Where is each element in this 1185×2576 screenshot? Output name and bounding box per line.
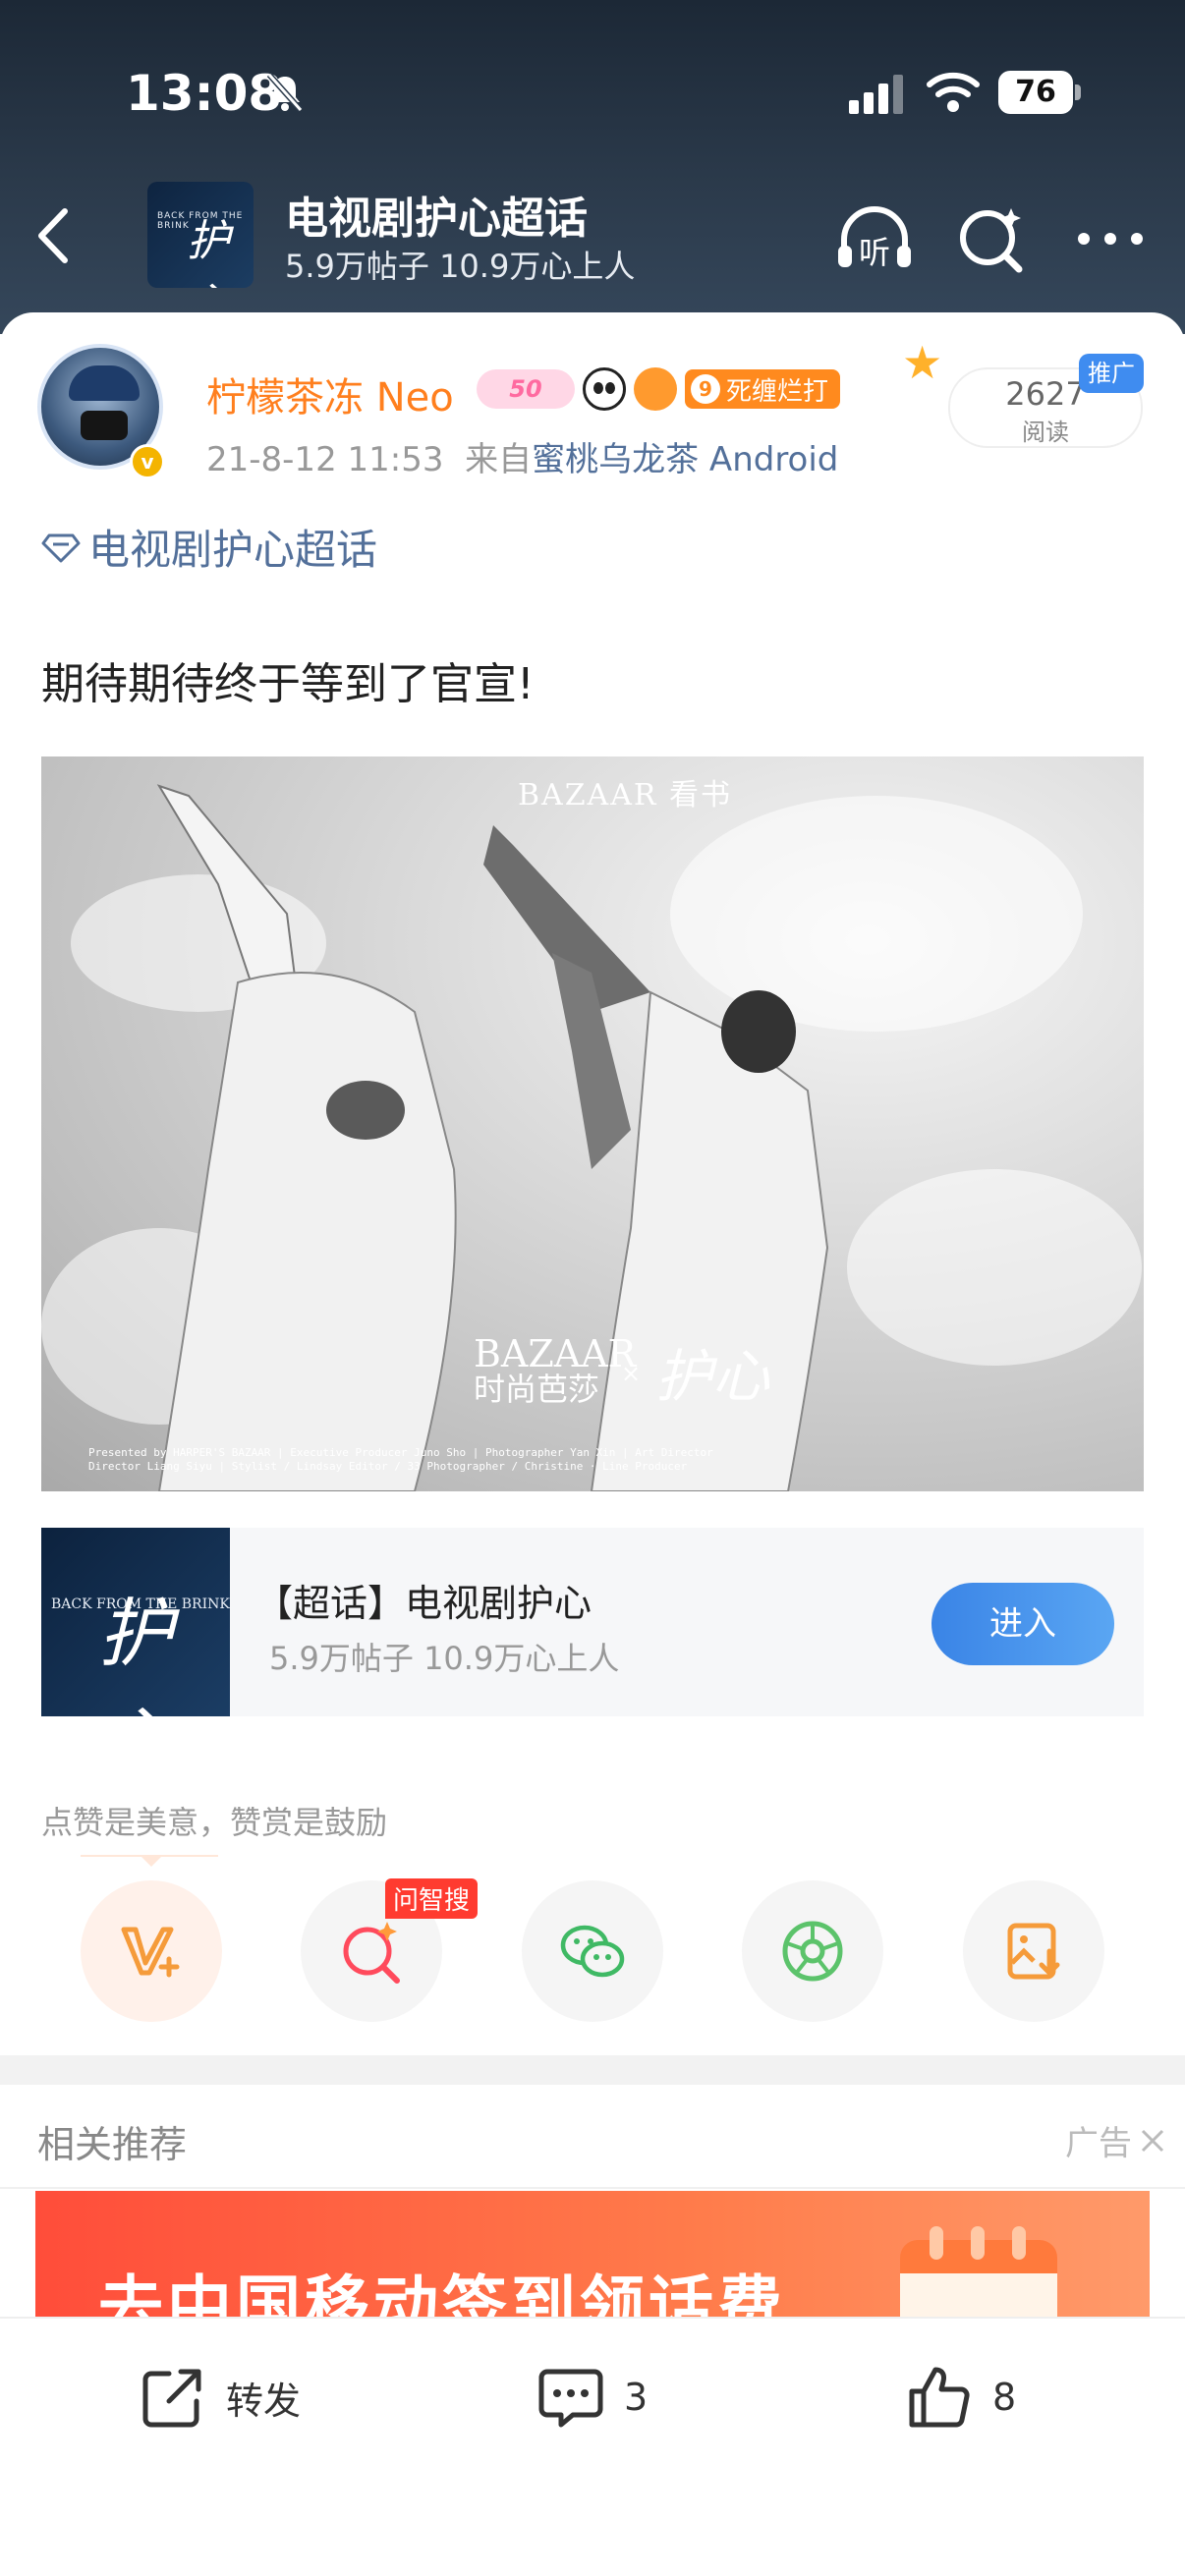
share-label: 转发 (226, 2379, 302, 2423)
ad-banner[interactable]: 去中国移动签到领话费 (35, 2191, 1150, 2319)
topic-card-stats: 5.9万帖子 10.9万心上人 (269, 1640, 620, 1677)
photo-credits: Presented by HARPER'S BAZAAR | Executive… (88, 1446, 713, 1474)
level-badge[interactable]: 50 (477, 369, 575, 409)
enter-button[interactable]: 进入 (931, 1583, 1114, 1665)
comment-button[interactable]: 3 (536, 2358, 648, 2436)
star-decoration-icon: ★ (902, 336, 943, 389)
ad-banner-text: 去中国移动签到领话费 (98, 2268, 786, 2319)
read-label: 阅读 (1022, 419, 1069, 446)
photo-logo: BAZAAR 时尚芭莎 (474, 1335, 636, 1408)
post-text: 期待期待终于等到了官宣! (41, 659, 535, 709)
logo-script-text: 护心 (187, 216, 230, 288)
page-subtitle: 5.9万帖子 10.9万心上人 (285, 248, 636, 285)
bottom-action-bar: 转发 3 8 (0, 2317, 1185, 2576)
like-button[interactable]: 8 (904, 2358, 1016, 2436)
fan-badge[interactable]: 9 死缠烂打 (685, 369, 841, 409)
photo-cross: × (621, 1360, 642, 1387)
mute-bell-icon (266, 73, 304, 112)
fan-badge-label: 死缠烂打 (726, 376, 829, 407)
username[interactable]: 柠檬茶冻 Neo (206, 365, 454, 422)
reward-v-plus-icon (121, 1927, 180, 1978)
comment-icon (538, 2369, 603, 2428)
ad-label: 广告 (1065, 2124, 1132, 2163)
back-chevron-icon[interactable] (29, 201, 79, 270)
topic-card-logo: BACK FROM THE BRINK 护心 (41, 1528, 230, 1716)
listen-button[interactable]: 听 (830, 195, 919, 283)
share-button[interactable]: 转发 (138, 2358, 301, 2436)
topic-header: 13:08 76 BACK FROM THE BRINK 护心 电视剧护心超话 (0, 0, 1185, 334)
photo-credits-line2: Director Liang Siyu | Stylist / Lindsay … (88, 1460, 688, 1473)
panda-badge-icon[interactable] (583, 367, 626, 411)
reward-hint: 点赞是美意，赞赏是鼓励 (41, 1804, 388, 1841)
source-prefix: 来自 (465, 440, 533, 479)
moments-share-button[interactable] (742, 1880, 883, 2022)
topic-link-label: 电视剧护心超话 (88, 526, 378, 574)
save-image-icon (1007, 1923, 1060, 1980)
moments-aperture-icon (782, 1921, 843, 1982)
search-button[interactable] (948, 195, 1037, 283)
battery-level: 76 (998, 71, 1073, 114)
promote-button[interactable]: 推广 (1079, 354, 1144, 393)
ad-close-button[interactable]: 广告 (1065, 2116, 1167, 2164)
wifi-icon (927, 72, 980, 112)
save-image-button[interactable] (963, 1880, 1104, 2022)
post-photo[interactable]: BAZAAR 看书 BAZAAR 时尚芭莎 × 护心 Presented by … (41, 756, 1144, 1491)
search-icon (960, 208, 1023, 273)
photo-brand: BAZAAR 看书 (518, 778, 733, 812)
calendar-icon (900, 2226, 1057, 2319)
battery-indicator: 76 (998, 71, 1081, 114)
status-time: 13:08 (126, 65, 283, 122)
section-divider (0, 2055, 1185, 2085)
topic-link[interactable]: 电视剧护心超话 (41, 517, 377, 577)
photo-logo-cn: 时尚芭莎 (474, 1371, 600, 1408)
photo-logo-en: BAZAAR (474, 1332, 637, 1375)
like-count: 8 (992, 2376, 1017, 2419)
topic-card[interactable]: BACK FROM THE BRINK 护心 【超话】电视剧护心 5.9万帖子 … (41, 1528, 1144, 1716)
comment-count: 3 (624, 2376, 649, 2419)
diamond-icon (41, 533, 81, 562)
headphones-icon: 听 (838, 206, 911, 271)
reward-button[interactable] (81, 1880, 222, 2022)
wechat-share-button[interactable] (522, 1880, 663, 2022)
svg-text:听: 听 (859, 234, 890, 271)
wechat-icon (560, 1925, 625, 1978)
topic-card-title: 【超话】电视剧护心 (255, 1582, 592, 1625)
post-timestamp: 21-8-12 11:53 (206, 440, 444, 479)
user-badges: 50 9 死缠烂打 (477, 367, 841, 411)
ai-search-icon (343, 1922, 400, 1984)
more-button[interactable] (1066, 195, 1155, 283)
more-dots-icon (1078, 233, 1143, 245)
post-meta: 21-8-12 11:53 来自蜜桃乌龙茶 Android (206, 432, 838, 480)
recommend-title: 相关推荐 (37, 2123, 188, 2166)
page-title: 电视剧护心超话 (285, 194, 588, 244)
post-source[interactable]: 蜜桃乌龙茶 Android (532, 440, 838, 479)
fan-badge-num: 9 (691, 374, 720, 404)
fish-badge-icon[interactable] (634, 367, 677, 411)
photo-credits-line1: Presented by HARPER'S BAZAAR | Executive… (88, 1446, 713, 1459)
share-icon (142, 2369, 201, 2428)
topic-logo[interactable]: BACK FROM THE BRINK 护心 (147, 182, 254, 288)
verified-badge-icon: v (130, 444, 165, 479)
photo-script: 护心 (655, 1343, 770, 1410)
close-icon (1141, 2129, 1164, 2152)
status-bar: 13:08 76 (0, 61, 1185, 130)
thumbs-up-icon (909, 2367, 970, 2428)
cellular-signal-icon (849, 75, 903, 114)
ai-search-tag: 问智搜 (385, 1878, 479, 1919)
topic-card-logo-script: 护心 (98, 1590, 173, 1716)
